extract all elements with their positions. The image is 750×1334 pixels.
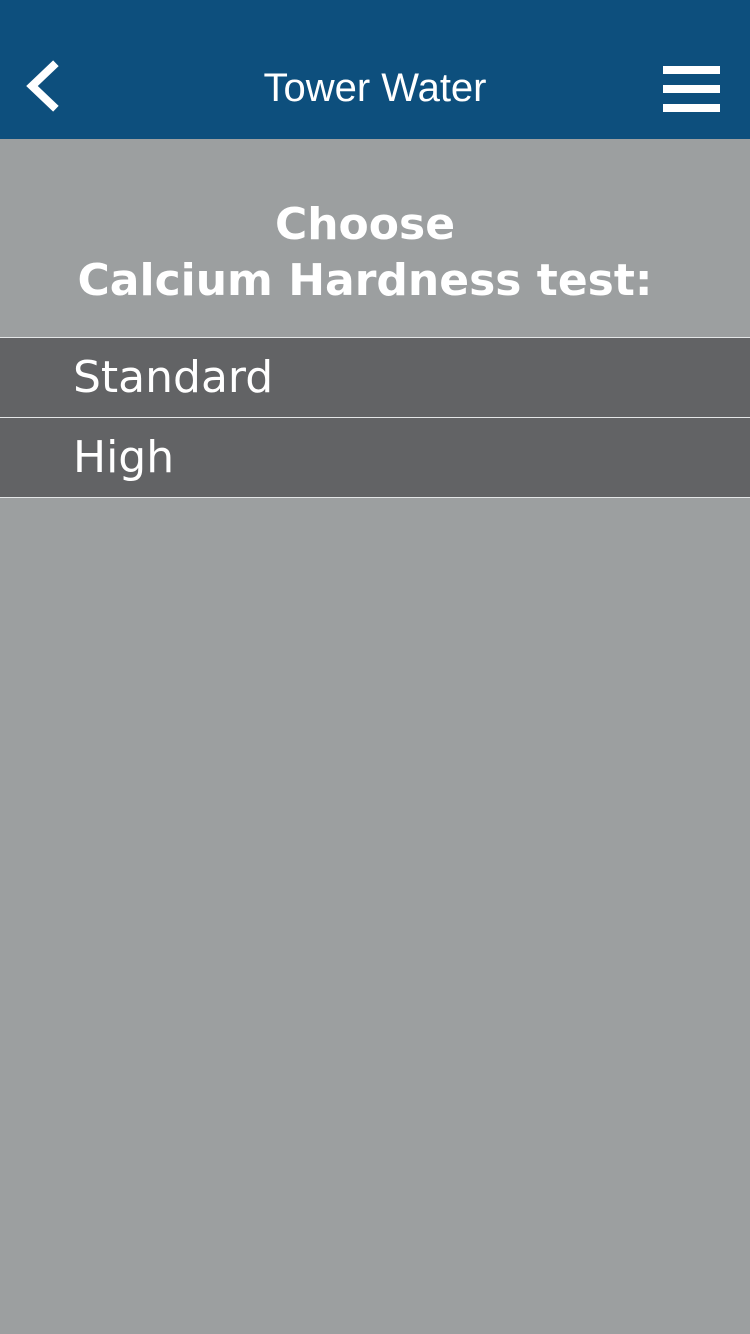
test-selection-prompt: Choose Calcium Hardness test: [0, 197, 730, 309]
page-title: Tower Water [263, 66, 487, 110]
app-header: Tower Water [0, 0, 750, 139]
app-screen: Tower Water Choose Calcium Hardness test… [0, 0, 750, 1334]
option-standard[interactable]: Standard [0, 338, 750, 418]
menu-bar [663, 66, 720, 74]
option-label: Standard [73, 352, 274, 403]
menu-bar [663, 104, 720, 112]
prompt-line-choose: Choose [274, 199, 456, 250]
chevron-left-icon [26, 60, 59, 112]
option-label: High [73, 432, 175, 483]
menu-bar [663, 85, 720, 93]
back-button[interactable] [14, 56, 70, 116]
prompt-line-test-type: Calcium Hardness test: [77, 255, 653, 306]
menu-button[interactable] [656, 58, 728, 122]
test-options-list: Standard High [0, 337, 750, 498]
option-high[interactable]: High [0, 418, 750, 498]
